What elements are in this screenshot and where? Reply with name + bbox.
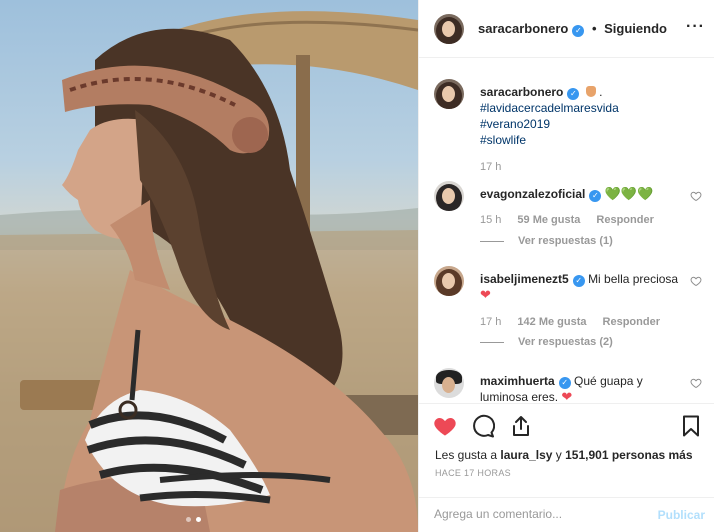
view-replies[interactable]: Ver respuestas (1) [480,235,613,247]
caption-meta: 17 h [480,161,501,173]
reply-button[interactable]: Responder [603,316,660,328]
comment-likes[interactable]: 142 Me gusta [517,316,586,328]
comment-item: maximhuerta ✓ Qué guapa y luminosa eres. … [434,368,704,402]
heart-emoji: ❤ [480,287,491,302]
add-comment-bar: Publicar [419,497,714,532]
likes-count[interactable]: 151,901 personas más [565,448,692,462]
verified-badge-icon: ✓ [572,275,585,287]
replies-divider [480,240,504,242]
caption-time[interactable]: 17 h [480,161,501,173]
like-comment-icon[interactable] [690,275,702,287]
bookmark-icon[interactable] [679,414,703,438]
comment-time[interactable]: 15 h [480,214,501,226]
reply-button[interactable]: Responder [596,214,653,226]
comment-text: isabeljimenezt5 ✓ Mi bella preciosa ❤ [480,271,680,303]
post-comment-button[interactable]: Publicar [658,508,705,522]
hashtag[interactable]: #verano2019 [480,117,550,131]
comment-item: isabeljimenezt5 ✓ Mi bella preciosa ❤ 17 … [434,266,704,351]
header-separator: • [591,20,597,36]
following-button[interactable]: Siguiendo [604,21,667,36]
heart-emoji: ❤ [561,389,573,402]
post-photo[interactable] [0,0,418,532]
comment-likes[interactable]: 59 Me gusta [517,214,580,226]
likes-summary: Les gusta a laura_lsy y 151,901 personas… [435,448,693,462]
caption-suffix: . [599,85,603,99]
comment-body: 💚💚💚 [604,186,654,201]
view-replies-label[interactable]: Ver respuestas (1) [518,235,613,247]
avatar[interactable] [434,79,464,109]
caption-text: saracarbonero ✓ . #lavidacercadelmaresvid… [480,84,680,148]
verified-badge-icon: ✓ [567,88,580,100]
post-author: saracarbonero ✓ • Siguiendo [478,21,667,37]
comment-input[interactable] [434,507,634,521]
caption-username[interactable]: saracarbonero [480,85,563,99]
verified-badge-icon: ✓ [558,377,571,389]
post-timestamp[interactable]: HACE 17 HORAS [435,468,511,478]
liker-username[interactable]: laura_lsy [500,448,552,462]
comment-item: evagonzalezoficial ✓ 💚💚💚 15 h 59 Me gusta… [434,181,704,251]
avatar[interactable] [434,266,464,296]
comment-username[interactable]: isabeljimenezt5 [480,272,569,286]
like-comment-icon[interactable] [690,377,702,389]
avatar[interactable] [434,368,464,398]
avatar[interactable] [434,13,464,44]
comments-list[interactable]: saracarbonero ✓ . #lavidacercadelmaresvid… [419,59,714,402]
comment-text: maximhuerta ✓ Qué guapa y luminosa eres. … [480,373,680,402]
comment-meta: 17 h 142 Me gusta Responder [480,316,660,328]
comment-time[interactable]: 17 h [480,316,501,328]
view-replies-label[interactable]: Ver respuestas (2) [518,336,613,348]
share-icon[interactable] [509,414,533,438]
likes-prefix: Les gusta a [435,448,501,462]
view-replies[interactable]: Ver respuestas (2) [480,336,613,348]
post-header: saracarbonero ✓ • Siguiendo ··· [419,0,714,58]
verified-badge-icon: ✓ [572,24,585,37]
comment-icon[interactable] [471,414,495,438]
photo-illustration [0,11,418,532]
comment-meta: 15 h 59 Me gusta Responder [480,214,654,226]
replies-divider [480,341,504,343]
hashtag[interactable]: #lavidacercadelmaresvida [480,101,619,115]
likes-middle: y [552,448,566,462]
hand-emoji-icon [585,86,596,97]
heart-icon[interactable] [433,414,457,438]
verified-badge-icon: ✓ [589,190,602,202]
hashtag[interactable]: #slowlife [480,133,526,147]
avatar[interactable] [434,181,464,211]
carousel-dot-active[interactable] [196,517,201,522]
comment-body: Mi bella preciosa [588,272,679,286]
post-sidebar: saracarbonero ✓ • Siguiendo ··· saracarbo… [418,0,714,532]
like-comment-icon[interactable] [690,190,702,202]
action-icons [433,414,533,438]
more-options-icon[interactable]: ··· [686,19,705,35]
post-actions: Les gusta a laura_lsy y 151,901 personas… [419,403,714,531]
comment-username[interactable]: evagonzalezoficial [480,187,585,201]
author-username[interactable]: saracarbonero [478,21,568,36]
caption: saracarbonero ✓ . #lavidacercadelmaresvid… [434,79,704,179]
comment-text: evagonzalezoficial ✓ 💚💚💚 [480,186,680,202]
carousel-indicator [186,517,201,522]
carousel-dot[interactable] [186,517,191,522]
comment-username[interactable]: maximhuerta [480,374,555,388]
